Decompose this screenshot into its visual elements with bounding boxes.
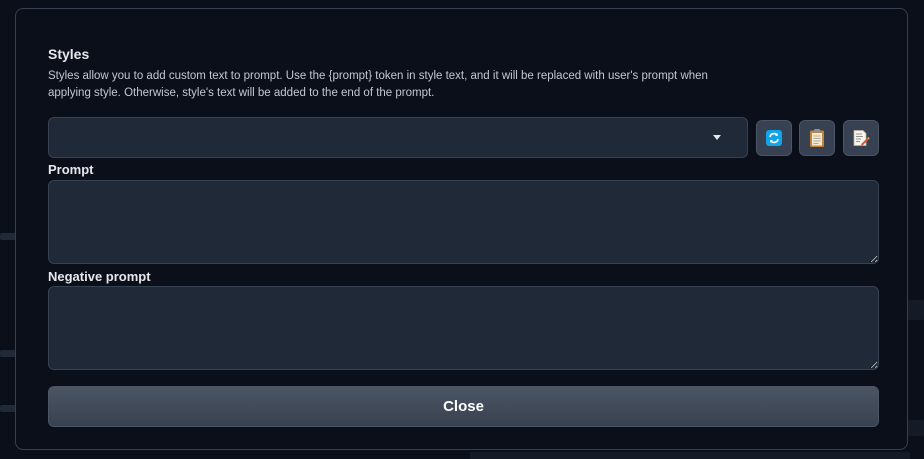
background-element [470,452,910,459]
modal-title: Styles [48,46,90,62]
refresh-icon [766,130,782,146]
modal-description: Styles allow you to add custom text to p… [48,70,708,99]
background-element [0,233,16,240]
edit-document-icon [853,130,870,146]
background-element [0,405,16,412]
background-element [908,420,924,436]
clipboard-icon [810,129,824,147]
negative-prompt-label: Negative prompt [48,269,151,284]
prompt-textarea[interactable] [48,180,879,264]
style-selector-row [48,117,879,158]
caret-down-icon [713,135,721,140]
style-dropdown[interactable] [48,117,748,158]
background-element [0,350,16,357]
modal-content: Styles Styles allow you to add custom te… [48,45,879,427]
close-button[interactable]: Close [48,386,879,427]
refresh-styles-button[interactable] [756,120,792,156]
apply-style-button[interactable] [843,120,879,156]
styles-modal: Styles Styles allow you to add custom te… [15,8,908,450]
negative-prompt-textarea[interactable] [48,286,879,370]
prompt-label: Prompt [48,162,94,177]
background-element [908,300,924,320]
paste-style-button[interactable] [799,120,835,156]
